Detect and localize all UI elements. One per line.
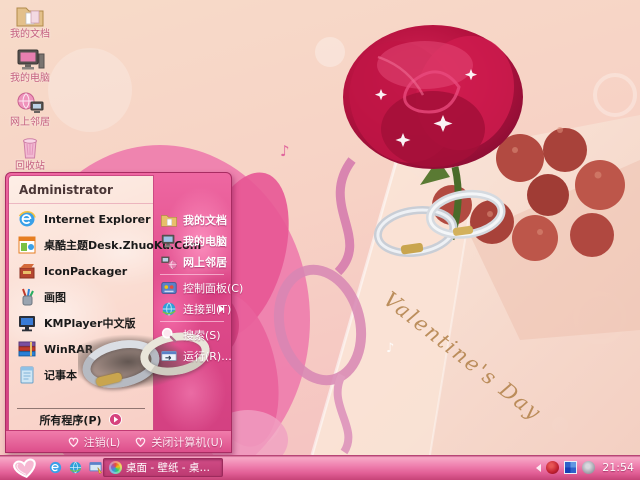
my-documents-icon bbox=[160, 211, 178, 229]
separator bbox=[160, 321, 224, 322]
notepad-icon bbox=[17, 365, 37, 385]
system-tray: 21:54 bbox=[536, 455, 638, 480]
winrar-icon bbox=[17, 339, 37, 359]
clock[interactable]: 21:54 bbox=[600, 461, 634, 474]
start-menu-item-run[interactable]: 运行(R)... bbox=[156, 345, 228, 366]
quicklaunch-globe-icon[interactable] bbox=[68, 460, 83, 475]
start-menu-item-search[interactable]: 搜索(S) bbox=[156, 324, 228, 345]
all-programs-button[interactable]: 所有程序(P) bbox=[9, 410, 153, 429]
start-menu-item-zhuoku-theme[interactable]: 桌酷主题Desk.ZhuoKu.Com bbox=[9, 232, 153, 258]
tray-icon-red[interactable] bbox=[546, 461, 559, 474]
connect-to-icon bbox=[160, 300, 178, 318]
network-places-icon bbox=[160, 253, 178, 271]
log-off-button[interactable]: 注销(L) bbox=[67, 434, 121, 450]
all-programs-arrow-icon bbox=[108, 412, 123, 427]
search-icon bbox=[160, 326, 178, 344]
recycle-bin-icon bbox=[15, 136, 45, 160]
tray-collapse-chevron-icon[interactable] bbox=[536, 464, 541, 472]
separator bbox=[160, 274, 224, 275]
kmplayer-icon bbox=[17, 313, 37, 333]
tray-icon-blue[interactable] bbox=[564, 461, 577, 474]
turn-off-computer-button[interactable]: 关闭计算机(U) bbox=[134, 434, 223, 450]
start-menu-item-network-places[interactable]: 网上邻居 bbox=[156, 251, 228, 272]
tray-icon-gray[interactable] bbox=[582, 461, 595, 474]
paint-icon bbox=[17, 287, 37, 307]
quicklaunch-show-desktop-icon[interactable] bbox=[88, 460, 103, 475]
my-computer-icon bbox=[160, 232, 178, 250]
desktop-icon-my-documents[interactable]: 我的文档 bbox=[4, 4, 56, 40]
control-panel-icon bbox=[160, 279, 178, 297]
desktop: Valentine's Day ♪ ♪ 我的文档 我的电脑 bbox=[0, 0, 640, 480]
run-icon bbox=[160, 347, 178, 365]
internet-explorer-icon bbox=[17, 209, 37, 229]
desktop-icon-label: 我的文档 bbox=[4, 29, 56, 40]
wallpaper-app-icon bbox=[109, 461, 122, 474]
start-menu-item-internet-explorer[interactable]: Internet Explorer bbox=[9, 206, 153, 232]
start-menu-item-iconpackager[interactable]: IconPackager bbox=[9, 258, 153, 284]
network-places-icon bbox=[15, 92, 45, 116]
music-note-icon: ♪ bbox=[386, 341, 394, 356]
zhuoku-theme-icon bbox=[17, 235, 37, 255]
start-menu-item-connect-to[interactable]: 连接到(T) bbox=[156, 298, 228, 319]
desktop-icon-recycle-bin[interactable]: 回收站 bbox=[4, 136, 56, 172]
start-menu-right-panel: 我的文档 我的电脑 网上邻居 bbox=[156, 209, 228, 366]
desktop-icon-label: 回收站 bbox=[4, 161, 56, 172]
start-heart-icon bbox=[7, 453, 43, 480]
music-note-icon: ♪ bbox=[280, 142, 290, 160]
desktop-icon-label: 网上邻居 bbox=[4, 117, 56, 128]
desktop-icon-network-places[interactable]: 网上邻居 bbox=[4, 92, 56, 128]
taskbar-window-button[interactable]: 桌面 - 壁纸 - 桌酷壁... bbox=[103, 458, 223, 477]
separator bbox=[17, 408, 145, 409]
start-menu-footer: 注销(L) 关闭计算机(U) bbox=[6, 430, 231, 452]
desktop-icon-label: 我的电脑 bbox=[4, 73, 56, 84]
turn-off-heart-icon bbox=[134, 435, 147, 448]
start-menu-item-control-panel[interactable]: 控制面板(C) bbox=[156, 277, 228, 298]
my-documents-icon bbox=[15, 4, 45, 28]
submenu-arrow-icon bbox=[219, 305, 224, 313]
start-menu-item-paint[interactable]: 画图 bbox=[9, 284, 153, 310]
iconpackager-icon bbox=[17, 261, 37, 281]
desktop-icon-my-computer[interactable]: 我的电脑 bbox=[4, 48, 56, 84]
start-menu-item-my-computer[interactable]: 我的电脑 bbox=[156, 230, 228, 251]
start-menu: Administrator Internet Explorer bbox=[5, 172, 232, 453]
taskbar: 桌面 - 壁纸 - 桌酷壁... 21:54 bbox=[0, 455, 640, 480]
log-off-heart-icon bbox=[67, 435, 80, 448]
quicklaunch-ie-icon[interactable] bbox=[48, 460, 63, 475]
start-button[interactable] bbox=[4, 455, 46, 480]
my-computer-icon bbox=[15, 48, 45, 72]
start-menu-item-my-documents[interactable]: 我的文档 bbox=[156, 209, 228, 230]
start-menu-user-name: Administrator bbox=[9, 176, 153, 204]
